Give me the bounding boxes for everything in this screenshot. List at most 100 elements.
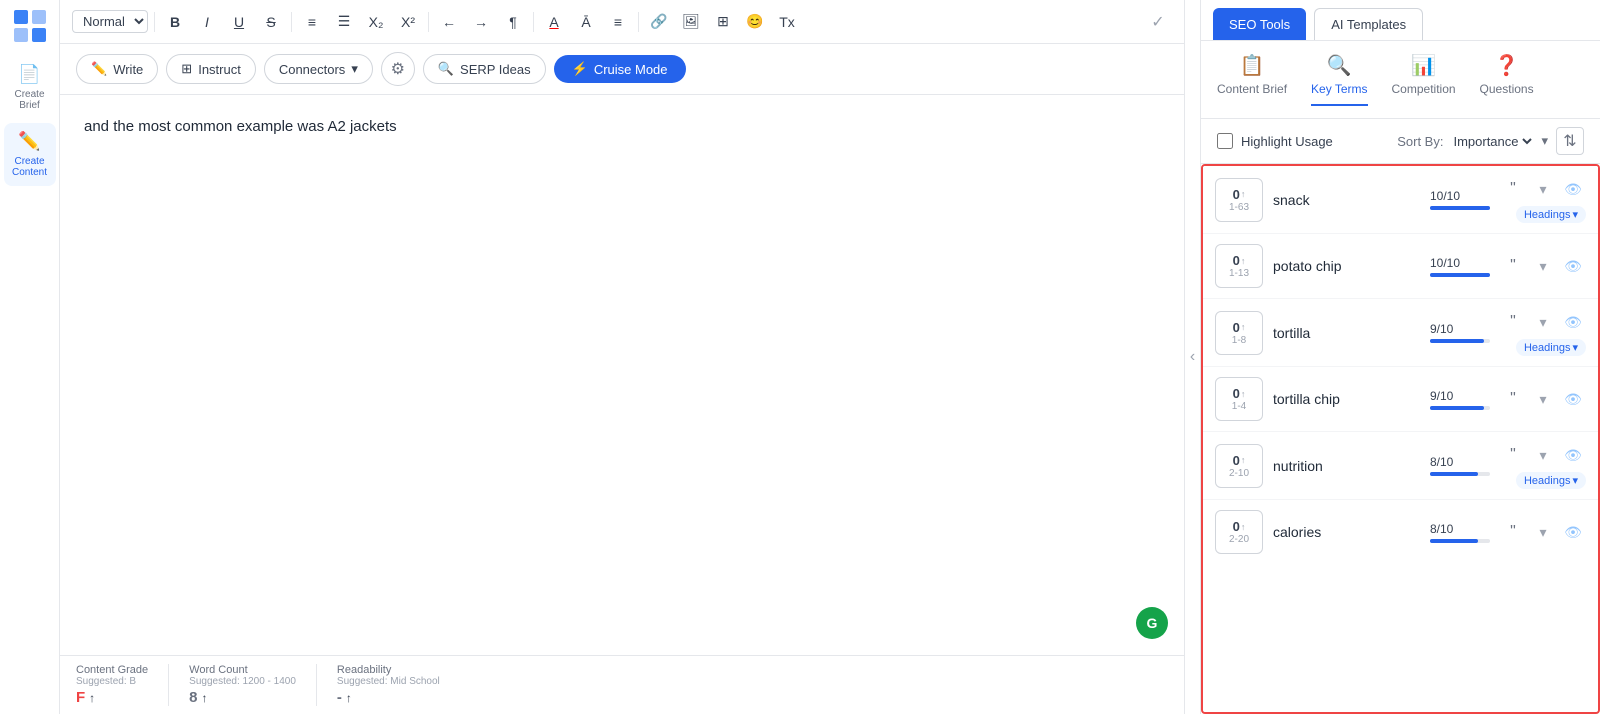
term-bar-calories: [1430, 539, 1478, 543]
link-button[interactable]: 🔗: [645, 8, 673, 36]
term-chevron-btn-calories[interactable]: ▾: [1530, 519, 1556, 545]
term-range-nutrition: 2-10: [1229, 468, 1249, 479]
app-logo[interactable]: [12, 8, 48, 44]
sidebar-item-create-brief[interactable]: 📄 Create Brief: [4, 56, 56, 119]
clear-format-button[interactable]: Tx: [773, 8, 801, 36]
term-chevron-btn-potato-chip[interactable]: ▾: [1530, 253, 1556, 279]
emoji-button[interactable]: 😊: [741, 8, 769, 36]
panel-top-tabs: SEO Tools AI Templates: [1201, 0, 1600, 41]
term-name-tortilla-chip: tortilla chip: [1273, 391, 1420, 407]
unordered-list-button[interactable]: ☰: [330, 8, 358, 36]
term-bar-bg-calories: [1430, 539, 1490, 543]
ordered-list-button[interactable]: ≡: [298, 8, 326, 36]
serp-ideas-button[interactable]: 🔍 SERP Ideas: [423, 54, 546, 84]
sidebar-item-create-content[interactable]: ✏️ Create Content: [4, 123, 56, 186]
term-headings-nutrition[interactable]: Headings ▾: [1516, 472, 1586, 489]
word-count-value: 8 ↑: [189, 689, 296, 706]
key-term-item: 0↑ 2-10 nutrition 8/10 " ▾ 👁 Headings ▾: [1203, 432, 1598, 500]
image-button[interactable]: 🖼: [677, 8, 705, 36]
term-eye-btn-calories[interactable]: 👁: [1560, 519, 1586, 545]
term-counter-tortilla-chip[interactable]: 0↑ 1-4: [1215, 377, 1263, 421]
action-bar: ✏️ Write ⊞ Instruct Connectors ▾ ⚙ 🔍 SER…: [60, 44, 1184, 95]
term-chevron-btn-tortilla[interactable]: ▾: [1530, 309, 1556, 335]
term-chevron-btn-tortilla-chip[interactable]: ▾: [1530, 386, 1556, 412]
nav-questions[interactable]: ❓ Questions: [1480, 53, 1534, 106]
term-counter-snack[interactable]: 0↑ 1-63: [1215, 178, 1263, 222]
headings-label-nutrition: Headings: [1524, 475, 1570, 487]
align-button[interactable]: ≡: [604, 8, 632, 36]
superscript-button[interactable]: X²: [394, 8, 422, 36]
editor-content[interactable]: and the most common example was A2 jacke…: [84, 115, 1160, 315]
term-counter-tortilla[interactable]: 0↑ 1-8: [1215, 311, 1263, 355]
readability-sublabel: Suggested: Mid School: [337, 676, 440, 687]
term-score-calories: 8/10: [1430, 522, 1490, 536]
align-right-button[interactable]: →: [467, 8, 495, 36]
nav-competition[interactable]: 📊 Competition: [1392, 53, 1456, 106]
term-quote-btn-potato-chip[interactable]: ": [1500, 253, 1526, 279]
format-select[interactable]: Normal: [72, 10, 148, 33]
italic-button[interactable]: I: [193, 8, 221, 36]
sort-select[interactable]: Importance: [1449, 133, 1535, 150]
term-quote-btn-nutrition[interactable]: ": [1500, 442, 1526, 468]
underline-button[interactable]: U: [225, 8, 253, 36]
term-actions-potato-chip: " ▾ 👁: [1500, 253, 1586, 279]
term-eye-btn-tortilla[interactable]: 👁: [1560, 309, 1586, 335]
term-bar-bg-tortilla: [1430, 339, 1490, 343]
seo-tools-tab[interactable]: SEO Tools: [1213, 8, 1306, 40]
ai-templates-tab[interactable]: AI Templates: [1314, 8, 1423, 40]
term-range-tortilla: 1-8: [1232, 335, 1246, 346]
sidebar-item-create-content-label: Create Content: [8, 156, 52, 178]
nav-key-terms[interactable]: 🔍 Key Terms: [1311, 53, 1367, 106]
term-chevron-btn-snack[interactable]: ▾: [1530, 176, 1556, 202]
term-headings-tortilla[interactable]: Headings ▾: [1516, 339, 1586, 356]
subscript-button[interactable]: X₂: [362, 8, 390, 36]
cruise-mode-button[interactable]: ⚡ Cruise Mode: [554, 55, 686, 83]
term-quote-btn-tortilla[interactable]: ": [1500, 309, 1526, 335]
font-color-button[interactable]: A: [540, 8, 568, 36]
term-headings-snack[interactable]: Headings ▾: [1516, 206, 1586, 223]
strikethrough-button[interactable]: S: [257, 8, 285, 36]
table-button[interactable]: ⊞: [709, 8, 737, 36]
term-counter-potato-chip[interactable]: 0↑ 1-13: [1215, 244, 1263, 288]
term-name-potato-chip: potato chip: [1273, 258, 1420, 274]
resize-handle[interactable]: ‹: [1184, 0, 1200, 714]
align-left-button[interactable]: ←: [435, 8, 463, 36]
highlight-checkbox[interactable]: [1217, 133, 1233, 149]
nav-content-brief[interactable]: 📋 Content Brief: [1217, 53, 1287, 106]
settings-button[interactable]: ⚙: [381, 52, 415, 86]
term-right-nutrition: " ▾ 👁 Headings ▾: [1500, 442, 1586, 489]
term-score-area-snack: 10/10: [1430, 189, 1490, 210]
term-counter-nutrition[interactable]: 0↑ 2-10: [1215, 444, 1263, 488]
paragraph-button[interactable]: ¶: [499, 8, 527, 36]
editor-text[interactable]: and the most common example was A2 jacke…: [84, 115, 1160, 139]
bold-button[interactable]: B: [161, 8, 189, 36]
settings-icon: ⚙: [391, 59, 405, 79]
instruct-button[interactable]: ⊞ Instruct: [166, 54, 256, 84]
term-eye-btn-nutrition[interactable]: 👁: [1560, 442, 1586, 468]
font-bg-button[interactable]: Ā: [572, 8, 600, 36]
term-quote-btn-calories[interactable]: ": [1500, 519, 1526, 545]
grammarly-icon[interactable]: G: [1136, 607, 1168, 639]
term-name-snack: snack: [1273, 192, 1420, 208]
term-quote-btn-snack[interactable]: ": [1500, 176, 1526, 202]
connectors-button[interactable]: Connectors ▾: [264, 54, 373, 84]
sort-by-label: Sort By:: [1397, 134, 1443, 149]
term-actions-nutrition: " ▾ 👁: [1500, 442, 1586, 468]
formatting-toolbar: Normal B I U S ≡ ☰ X₂ X² ← → ¶ A Ā ≡ 🔗 🖼…: [60, 0, 1184, 44]
term-counter-calories[interactable]: 0↑ 2-20: [1215, 510, 1263, 554]
write-button[interactable]: ✏️ Write: [76, 54, 158, 84]
term-actions-snack: " ▾ 👁: [1500, 176, 1586, 202]
word-count-arrow: ↑: [202, 691, 208, 705]
readability-score: -: [337, 689, 342, 706]
headings-label-snack: Headings: [1524, 209, 1570, 221]
create-brief-icon: 📄: [18, 64, 40, 85]
term-chevron-btn-nutrition[interactable]: ▾: [1530, 442, 1556, 468]
term-eye-btn-tortilla-chip[interactable]: 👁: [1560, 386, 1586, 412]
filter-button[interactable]: ⇅: [1556, 127, 1584, 155]
term-quote-btn-tortilla-chip[interactable]: ": [1500, 386, 1526, 412]
term-right-tortilla: " ▾ 👁 Headings ▾: [1500, 309, 1586, 356]
term-eye-btn-snack[interactable]: 👁: [1560, 176, 1586, 202]
term-eye-btn-potato-chip[interactable]: 👁: [1560, 253, 1586, 279]
editor-area[interactable]: and the most common example was A2 jacke…: [60, 95, 1184, 655]
term-bar-bg-snack: [1430, 206, 1490, 210]
